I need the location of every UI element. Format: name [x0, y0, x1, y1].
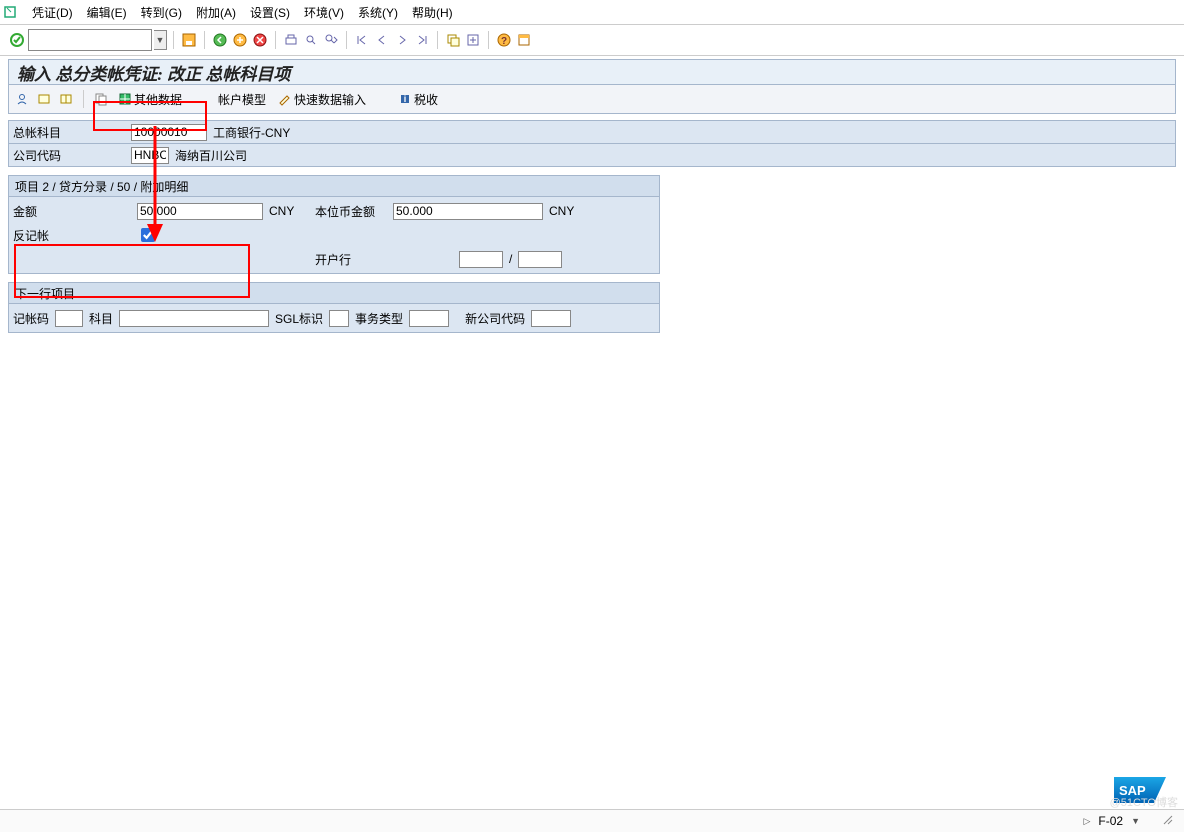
separator	[83, 90, 84, 108]
copy-icon[interactable]	[92, 90, 110, 108]
next-line-header: 下一行项目	[9, 283, 659, 304]
statusbar-expand-icon[interactable]: ▷	[1083, 816, 1090, 827]
help-icon[interactable]: ?	[495, 31, 513, 49]
local-currency-label: CNY	[549, 204, 574, 218]
back-icon[interactable]	[211, 31, 229, 49]
overview-icon[interactable]	[13, 90, 31, 108]
reverse-posting-checkbox[interactable]	[141, 228, 155, 242]
other-data-label: 其他数据	[134, 91, 182, 108]
tcode-label: F-02	[1098, 814, 1123, 828]
page-title: 输入 总分类帐凭证: 改正 总帐科目项	[17, 60, 290, 85]
tcode-dropdown-icon[interactable]: ▼	[1131, 816, 1140, 826]
account-model-button[interactable]: 帐户模型	[214, 90, 270, 109]
local-amount-label: 本位币金额	[315, 203, 387, 220]
separator	[437, 31, 438, 49]
item-detail-group: 项目 2 / 贷方分录 / 50 / 附加明细 金额 CNY 本位币金额 CNY…	[8, 175, 660, 274]
bank-input-2[interactable]	[518, 251, 562, 268]
menu-system[interactable]: 系统(Y)	[358, 4, 398, 21]
menu-attach[interactable]: 附加(A)	[196, 4, 236, 21]
enter-icon[interactable]	[8, 31, 26, 49]
item-detail-header: 项目 2 / 贷方分录 / 50 / 附加明细	[9, 176, 659, 197]
posting-key-input[interactable]	[55, 310, 83, 327]
new-company-label: 新公司代码	[465, 310, 525, 327]
new-company-input[interactable]	[531, 310, 571, 327]
svg-text:i: i	[404, 94, 407, 104]
command-input[interactable]	[28, 29, 152, 51]
currency-label: CNY	[269, 204, 309, 218]
posting-key-label: 记帐码	[13, 310, 49, 327]
account-label: 科目	[89, 310, 113, 327]
fast-data-entry-button[interactable]: 快速数据输入	[274, 90, 370, 109]
save-icon[interactable]	[180, 31, 198, 49]
company-code-label: 公司代码	[13, 147, 131, 164]
gl-account-row: 总帐科目 工商银行-CNY	[8, 120, 1176, 144]
display-currency-icon[interactable]	[35, 90, 53, 108]
menu-env[interactable]: 环境(V)	[304, 4, 344, 21]
menu-icon	[4, 5, 18, 19]
next-line-group: 下一行项目 记帐码 科目 SGL标识 事务类型 新公司代码	[8, 282, 660, 333]
separator	[173, 31, 174, 49]
exit-icon[interactable]	[231, 31, 249, 49]
fast-entry-icon[interactable]	[57, 90, 75, 108]
other-data-button[interactable]: 其他数据	[114, 90, 186, 109]
other-data-icon	[118, 92, 132, 106]
last-page-icon[interactable]	[413, 31, 431, 49]
gl-account-input[interactable]	[131, 124, 207, 141]
command-dropdown[interactable]: ▼	[154, 30, 167, 50]
company-code-row: 公司代码 海纳百川公司	[8, 144, 1176, 167]
app-toolbar: 其他数据 帐户模型 快速数据输入 i 税收	[8, 85, 1176, 114]
info-icon: i	[398, 92, 412, 106]
menu-goto[interactable]: 转到(G)	[141, 4, 182, 21]
company-code-input[interactable]	[131, 147, 169, 164]
find-icon[interactable]	[302, 31, 320, 49]
prev-page-icon[interactable]	[373, 31, 391, 49]
layout-icon[interactable]	[515, 31, 533, 49]
watermark: @51CTO博客	[1110, 794, 1178, 810]
new-session-icon[interactable]	[444, 31, 462, 49]
next-page-icon[interactable]	[393, 31, 411, 49]
svg-text:?: ?	[501, 36, 507, 47]
standard-toolbar: ▼ ?	[0, 25, 1184, 56]
trans-type-input[interactable]	[409, 310, 449, 327]
statusbar: ▷ F-02 ▼	[0, 809, 1184, 832]
first-page-icon[interactable]	[353, 31, 371, 49]
amount-input[interactable]	[137, 203, 263, 220]
separator	[346, 31, 347, 49]
menubar: 凭证(D) 编辑(E) 转到(G) 附加(A) 设置(S) 环境(V) 系统(Y…	[0, 0, 1184, 25]
separator	[275, 31, 276, 49]
company-code-desc: 海纳百川公司	[175, 147, 247, 164]
menu-help[interactable]: 帮助(H)	[412, 4, 453, 21]
content-area: 总帐科目 工商银行-CNY 公司代码 海纳百川公司 项目 2 / 贷方分录 / …	[8, 120, 1176, 333]
pencil-icon	[278, 92, 292, 106]
print-icon[interactable]	[282, 31, 300, 49]
trans-type-label: 事务类型	[355, 310, 403, 327]
local-amount-input[interactable]	[393, 203, 543, 220]
reverse-posting-label: 反记帐	[13, 227, 131, 244]
shortcut-icon[interactable]	[464, 31, 482, 49]
bank-label: 开户行	[315, 251, 387, 268]
page-title-bar: 输入 总分类帐凭证: 改正 总帐科目项	[8, 59, 1176, 85]
amount-label: 金额	[13, 203, 131, 220]
menu-voucher[interactable]: 凭证(D)	[32, 4, 73, 21]
sgl-label: SGL标识	[275, 310, 323, 327]
menu-settings[interactable]: 设置(S)	[250, 4, 290, 21]
statusbar-resize-icon[interactable]	[1162, 814, 1174, 829]
tax-button[interactable]: i 税收	[394, 90, 442, 109]
cancel-icon[interactable]	[251, 31, 269, 49]
gl-account-label: 总帐科目	[13, 124, 131, 141]
gl-account-desc: 工商银行-CNY	[213, 124, 290, 141]
menu-edit[interactable]: 编辑(E)	[87, 4, 127, 21]
separator	[204, 31, 205, 49]
bank-input-1[interactable]	[459, 251, 503, 268]
bank-slash: /	[509, 252, 512, 266]
find-next-icon[interactable]	[322, 31, 340, 49]
sgl-input[interactable]	[329, 310, 349, 327]
account-input[interactable]	[119, 310, 269, 327]
separator	[488, 31, 489, 49]
